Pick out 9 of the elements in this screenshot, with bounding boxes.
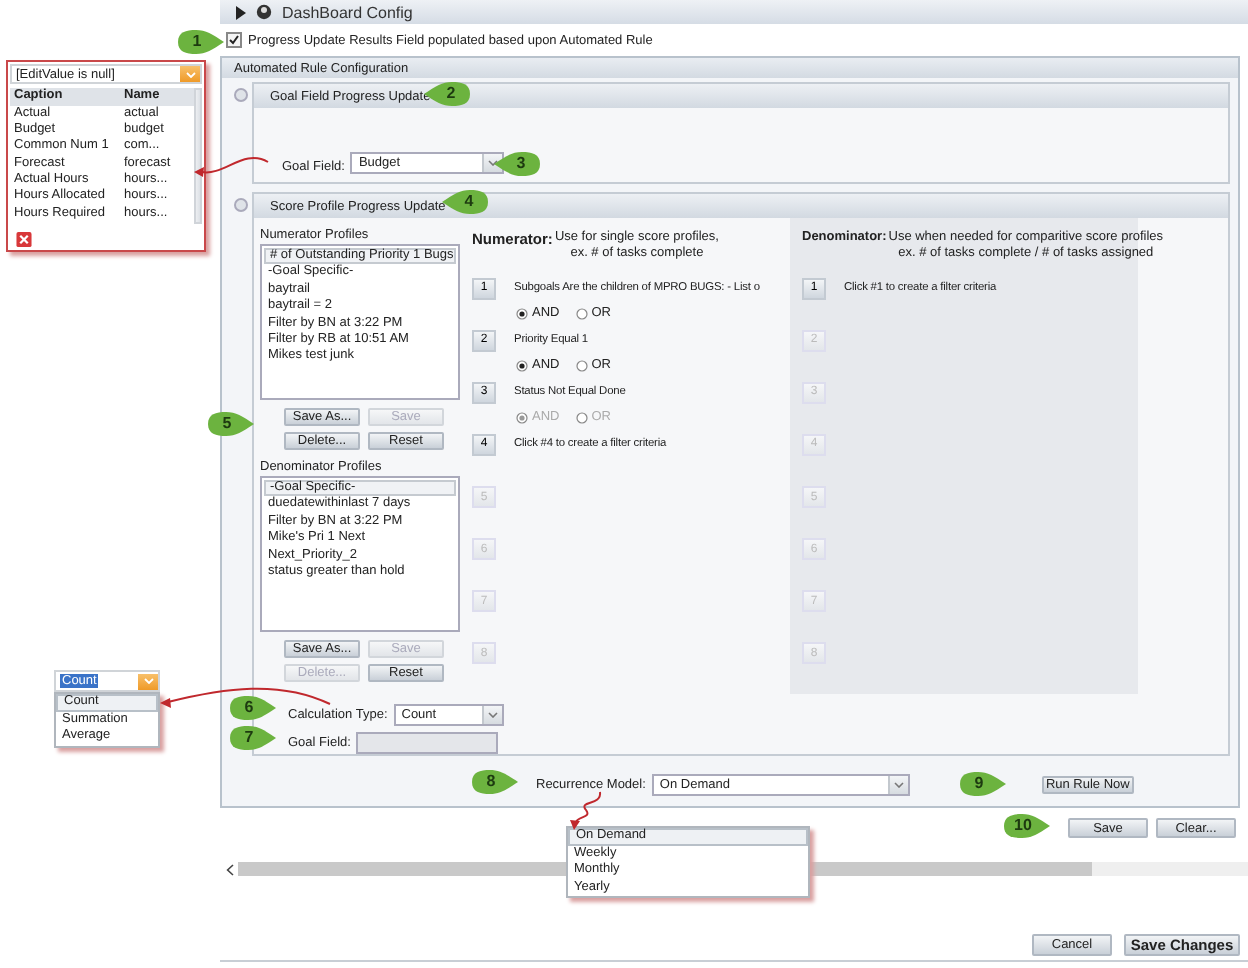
callout-marker: 10 <box>1000 812 1052 840</box>
callout-marker: 8 <box>468 768 520 796</box>
callout-marker: 9 <box>956 770 1008 798</box>
callout-marker: 7 <box>226 724 278 752</box>
callout-marker: 6 <box>226 694 278 722</box>
callout-marker: 3 <box>492 150 544 178</box>
callout-marker: 1 <box>174 28 226 56</box>
callout-marker: 5 <box>204 410 256 438</box>
window-title: DashBoard Config <box>282 3 413 21</box>
